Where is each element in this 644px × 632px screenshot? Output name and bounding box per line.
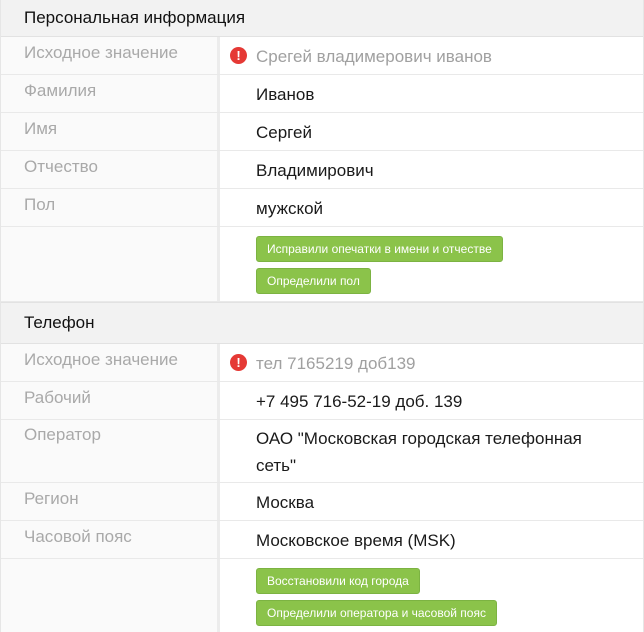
field-row-surname: Фамилия Иванов [1, 75, 643, 113]
badge-list: Исправили опечатки в имени и отчестве Оп… [220, 227, 643, 301]
source-row: Исходное значение ! Срегей владимерович … [1, 37, 643, 75]
status-badge: Восстановили код города [256, 568, 420, 594]
field-label: Оператор [1, 420, 220, 482]
field-value: мужской [256, 199, 324, 218]
empty-label [1, 559, 220, 632]
field-value: Московское время (MSK) [256, 531, 456, 550]
field-value: ! Срегей владимерович иванов [220, 37, 643, 74]
empty-label [1, 227, 220, 301]
source-value: тел 7165219 доб139 [256, 354, 416, 373]
field-row-patronymic: Отчество Владимирович [1, 151, 643, 189]
field-label: Часовой пояс [1, 521, 220, 558]
section-title: Телефон [24, 313, 95, 332]
badges-row-phone: Восстановили код города Определили опера… [1, 559, 643, 632]
source-value: Срегей владимерович иванов [256, 47, 492, 66]
alert-circle-icon: ! [230, 47, 247, 64]
badges-row-personal: Исправили опечатки в имени и отчестве Оп… [1, 227, 643, 302]
source-row: Исходное значение ! тел 7165219 доб139 [1, 344, 643, 382]
section-header-personal: Персональная информация [1, 0, 643, 37]
field-row-gender: Пол мужской [1, 189, 643, 227]
field-label: Пол [1, 189, 220, 226]
field-value: ! тел 7165219 доб139 [220, 344, 643, 381]
badge-list: Восстановили код города Определили опера… [220, 559, 643, 632]
field-value: Сергей [256, 123, 312, 142]
field-value: Москва [256, 493, 315, 512]
field-row-operator: Оператор ОАО "Московская городская телеф… [1, 420, 643, 483]
field-value: +7 495 716-52-19 доб. 139 [256, 392, 463, 411]
field-label: Фамилия [1, 75, 220, 112]
field-value: Иванов [256, 85, 315, 104]
section-header-phone: Телефон [1, 302, 643, 344]
status-badge: Определили оператора и часовой пояс [256, 600, 497, 626]
field-row-region: Регион Москва [1, 483, 643, 521]
field-label: Рабочий [1, 382, 220, 419]
status-badge: Исправили опечатки в имени и отчестве [256, 236, 503, 262]
status-badge: Определили пол [256, 268, 371, 294]
alert-circle-icon: ! [230, 354, 247, 371]
field-row-timezone: Часовой пояс Московское время (MSK) [1, 521, 643, 559]
field-label: Имя [1, 113, 220, 150]
field-label: Исходное значение [1, 344, 220, 381]
field-label: Исходное значение [1, 37, 220, 74]
field-label: Отчество [1, 151, 220, 188]
field-row-name: Имя Сергей [1, 113, 643, 151]
field-label: Регион [1, 483, 220, 520]
data-card: Персональная информация Исходное значени… [0, 0, 644, 632]
section-title: Персональная информация [24, 8, 246, 27]
field-value: Владимирович [256, 161, 374, 180]
field-row-work-phone: Рабочий +7 495 716-52-19 доб. 139 [1, 382, 643, 420]
field-value: ОАО "Московская городская телефонная сет… [256, 429, 582, 475]
